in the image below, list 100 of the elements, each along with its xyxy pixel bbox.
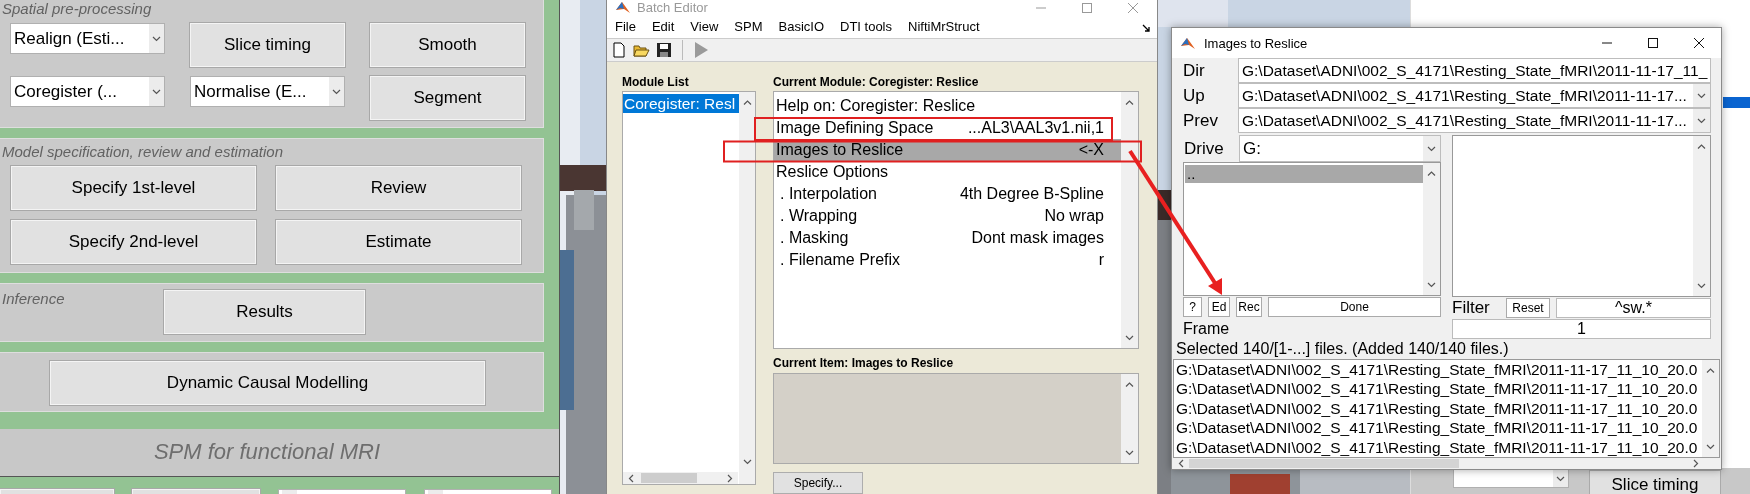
chevron-icon[interactable] [152,34,161,43]
horizontal-scrollbar[interactable] [1173,458,1720,469]
menu-item[interactable]: View [690,18,719,34]
scroll-down-icon[interactable] [1706,442,1715,451]
scroll-left-icon[interactable] [627,473,636,483]
menu-item[interactable]: Edit [651,18,675,34]
panel-title: SPM for functional MRI [152,439,382,465]
scroll-down-icon[interactable] [742,457,752,466]
scroll-down-icon[interactable] [1427,280,1436,289]
spm-button[interactable]: Review [276,166,521,210]
list-item[interactable]: .. [1185,165,1423,183]
dropdown[interactable]: Realign (Esti... [10,23,165,54]
item-value: ...AL3\AAL3v1.nii,1 [967,121,1104,135]
scroll-right-icon[interactable] [1691,459,1700,468]
field-label: Dir [1183,60,1206,81]
field-label: Frame [1183,320,1231,338]
spm-button[interactable]: Segment [370,76,525,120]
maximize-icon[interactable] [1647,37,1659,49]
status-text: Selected 140/[1-...] files. (Added 140/140 files.) [1175,339,1510,359]
item-label: . Masking [780,231,849,245]
chevron-icon[interactable] [152,87,161,96]
scroll-up-icon[interactable] [742,98,752,107]
tree-row[interactable]: Image Defining Space ...AL3\AAL3v1.nii,1 [774,117,1121,139]
tree-row[interactable]: Help on: Coregister: Reslice [774,95,1121,117]
item-label: . Wrapping [780,209,858,223]
item-label: . Interpolation [780,187,877,201]
file-path[interactable]: G:\Dataset\ADNI\002_S_4171\Resting_State_fMRI\2011-11-17_11_10_20.0 [1174,418,1702,438]
close-icon[interactable] [1693,37,1705,49]
small-button[interactable]: Ed [1208,297,1230,317]
dropdown[interactable] [1453,468,1569,488]
file-path[interactable]: G:\Dataset\ADNI\002_S_4171\Resting_State_fMRI\2011-11-17_11_10_20.0 [1174,437,1702,458]
section-heading: Module List [622,75,690,91]
path-field[interactable]: G:\Dataset\ADNI\002_S_4171\Resting_State_fMRI\2011-11-17_11_ [1238,58,1711,83]
scroll-up-icon[interactable] [1125,98,1134,107]
menu-item[interactable]: NiftiMrStruct [908,18,980,34]
scroll-down-icon[interactable] [1125,448,1134,457]
section-heading: Current Module: Coregister: Reslice [773,75,980,91]
spm-button[interactable]: Estimate [276,220,521,264]
file-path[interactable]: G:\Dataset\ADNI\002_S_4171\Resting_State_fMRI\2011-11-17_11_10_20.0 [1174,379,1702,399]
selection-highlight [1723,97,1750,108]
scroll-down-icon[interactable] [1125,333,1134,342]
path-dropdown[interactable]: G:\Dataset\ADNI\002_S_4171\Resting_State_fMRI\2011-11-17... [1238,83,1711,108]
dropdown[interactable]: Normalise (E... [190,76,345,107]
chevron-icon[interactable] [332,87,341,96]
section-label: Inference [2,290,66,307]
small-button[interactable]: ? [1183,297,1202,317]
menu-item[interactable]: BasicIO [778,18,824,34]
field-label: Drive [1183,138,1225,159]
item-label: Help on: Coregister: Reslice [776,99,976,113]
item-value: <-X [1078,143,1104,157]
dock-arrow-icon[interactable] [1142,24,1151,33]
filter-field[interactable]: ^sw.* [1556,298,1711,318]
item-label: Reslice Options [776,165,889,179]
scroll-up-icon[interactable] [1125,380,1134,389]
file-path[interactable]: G:\Dataset\ADNI\002_S_4171\Resting_State_fMRI\2011-11-17_11_10_20.0 [1174,398,1702,419]
chevron-icon[interactable] [1697,116,1706,125]
spm-button[interactable]: Results [164,290,365,334]
spm-button[interactable]: Specify 1st-level [11,166,256,210]
tree-row[interactable]: . Masking Dont mask images [774,227,1121,249]
specify-button[interactable]: Specify... [773,472,863,494]
frames-field[interactable]: 1 [1452,319,1711,339]
section-label: Spatial pre-processing [2,0,153,17]
save-icon[interactable] [656,41,672,58]
item-value: No wrap [1044,209,1104,223]
app-icon [615,0,631,15]
list-item[interactable]: Coregister: Resl [623,94,739,113]
section-label: Model specification, review and estimation [2,143,284,160]
chevron-icon[interactable] [1427,144,1436,153]
scroll-down-icon[interactable] [1697,281,1706,290]
menu-item[interactable]: File [615,18,636,34]
small-button[interactable]: Done [1268,297,1441,317]
scroll-left-icon[interactable] [1177,459,1186,468]
tree-row[interactable]: Reslice Options [774,161,1121,183]
drive-dropdown[interactable]: G: [1239,135,1441,162]
item-value: r [1098,253,1104,267]
small-button[interactable]: Rec [1236,297,1262,317]
spm-button[interactable]: Slice timing [190,23,345,67]
spm-button[interactable]: Slice timing [1589,470,1721,494]
tree-row[interactable]: . Wrapping No wrap [774,205,1121,227]
spm-button[interactable]: Specify 2nd-level [11,220,256,264]
tree-row[interactable]: . Filename Prefix r [774,249,1121,271]
scroll-up-icon[interactable] [1427,169,1436,178]
path-dropdown[interactable]: G:\Dataset\ADNI\002_S_4171\Resting_State_fMRI\2011-11-17... [1238,108,1711,133]
horizontal-scrollbar[interactable] [623,472,738,484]
scroll-right-icon[interactable] [725,473,734,483]
spm-button[interactable]: Dynamic Causal Modelling [50,361,485,405]
dropdown[interactable]: Coregister (... [10,76,165,107]
scroll-up-icon[interactable] [1706,366,1715,375]
tree-row[interactable]: . Interpolation 4th Degree B-Spline [774,183,1121,205]
item-value: 4th Degree B-Spline [959,187,1104,201]
new-file-icon[interactable] [611,41,627,58]
chevron-icon[interactable] [1697,91,1706,100]
reset-button[interactable]: Reset [1506,298,1550,318]
scroll-up-icon[interactable] [1697,142,1706,151]
menu-item[interactable]: DTI tools [840,18,892,34]
field-label: Up [1183,85,1206,106]
field-label: Prev [1183,110,1219,131]
file-path[interactable]: G:\Dataset\ADNI\002_S_4171\Resting_State_fMRI\2011-11-17_11_10_20.0 [1174,360,1702,380]
menu-item[interactable]: SPM [734,18,763,34]
spm-button[interactable]: Smooth [370,23,525,67]
